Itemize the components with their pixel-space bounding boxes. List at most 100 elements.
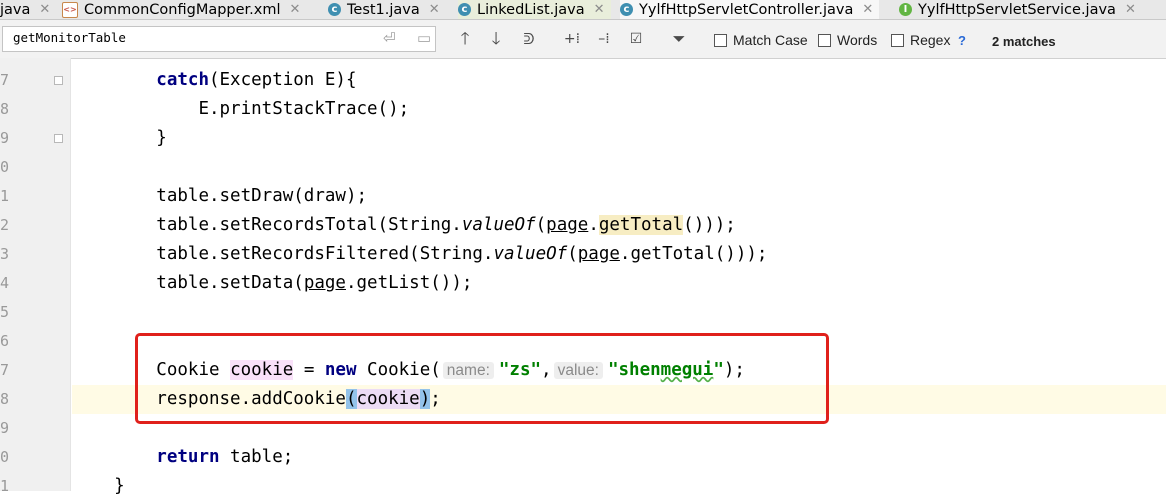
select-all-occurrences-icon[interactable]: ☑ (624, 28, 648, 50)
tab-label: YylfHttpServletService.java (918, 1, 1116, 18)
class-file-icon: c (620, 3, 633, 16)
line-number: 7 (0, 361, 10, 379)
fold-marker-icon[interactable] (54, 134, 63, 143)
variable: page (577, 244, 620, 264)
keyword: catch (156, 70, 209, 90)
tab-label: Test1.java (347, 1, 420, 18)
next-occurrence-button[interactable]: 🡓 (486, 28, 506, 50)
code-line: } (72, 472, 1166, 501)
match-case-checkbox[interactable]: Match Case (714, 32, 808, 49)
regex-label: Regex (910, 32, 951, 48)
enter-icon[interactable]: ⏎ (383, 29, 396, 47)
xml-file-icon: <> (62, 1, 78, 18)
variable: page (546, 215, 589, 235)
add-occurrence-icon[interactable]: +⁞ (560, 28, 584, 50)
variable: page (303, 273, 346, 293)
code-text: E.printStackTrace(); (198, 99, 410, 119)
line-number: 8 (0, 100, 10, 118)
highlighted-usage: getTotal (598, 215, 684, 235)
code-text: table; (219, 447, 294, 467)
code-text: (Exception E){ (208, 70, 357, 90)
code-text: } (156, 128, 167, 148)
code-line: E.printStackTrace(); (72, 95, 1166, 124)
line-number: 7 (0, 71, 10, 89)
static-method: valueOf (461, 215, 536, 235)
search-input[interactable] (13, 30, 373, 45)
tab-label: LinkedList.java (477, 1, 585, 18)
close-icon[interactable]: ✕ (1125, 2, 1136, 17)
close-icon[interactable]: ✕ (594, 2, 605, 17)
close-icon[interactable]: ✕ (862, 2, 873, 17)
class-file-icon: c (328, 3, 341, 16)
line-number: 5 (0, 303, 10, 321)
fold-marker-icon[interactable] (54, 76, 63, 85)
code-editor[interactable]: catch(Exception E){ E.printStackTrace();… (72, 58, 1166, 496)
line-number-gutter: 7 8 9 0 1 2 3 4 5 6 7 8 9 0 1 (0, 58, 70, 495)
code-line: catch(Exception E){ (72, 66, 1166, 95)
line-number: 8 (0, 390, 10, 408)
code-text: ())); (683, 215, 736, 235)
line-number: 9 (0, 129, 10, 147)
code-line: table.setData(page.getList()); (72, 269, 1166, 298)
code-line: return table; (72, 443, 1166, 472)
line-number: 2 (0, 216, 10, 234)
words-label: Words (837, 32, 878, 48)
keyword: return (156, 447, 220, 467)
code-text: } (114, 476, 125, 496)
code-text: ( (535, 215, 547, 235)
clear-icon[interactable]: ▭ (417, 29, 431, 47)
tab-java[interactable]: java ✕ (0, 0, 50, 19)
tab-label: YylfHttpServletController.java (639, 1, 854, 18)
code-line: table.setDraw(draw); (72, 182, 1166, 211)
tab-test1[interactable]: c Test1.java ✕ (328, 0, 440, 19)
code-text: table.setRecordsTotal(String. (156, 215, 462, 235)
interface-file-icon: I (899, 3, 912, 16)
tab-linked-list[interactable]: c LinkedList.java ✕ (458, 0, 611, 19)
close-icon[interactable]: ✕ (290, 2, 301, 17)
tab-yylf-http-servlet-service[interactable]: I YylfHttpServletService.java ✕ (899, 0, 1136, 19)
regex-help-link[interactable]: ? (958, 33, 966, 48)
code-text: table.setRecordsFiltered(String. (156, 244, 494, 264)
close-icon[interactable]: ✕ (39, 2, 50, 17)
line-number: 0 (0, 158, 10, 176)
words-checkbox[interactable]: Words (818, 32, 877, 49)
tab-common-config-mapper[interactable]: <> CommonConfigMapper.xml ✕ (62, 0, 300, 19)
static-method: valueOf (493, 244, 568, 264)
checkbox-box[interactable] (818, 34, 831, 47)
line-number: 0 (0, 448, 10, 466)
code-text: . (588, 215, 599, 235)
gutter-divider (70, 58, 71, 491)
code-line: } (72, 124, 1166, 153)
editor-tab-bar: java ✕ <> CommonConfigMapper.xml ✕ c Tes… (0, 0, 1166, 20)
code-line: table.setRecordsFiltered(String.valueOf(… (72, 240, 1166, 269)
code-line: table.setRecordsTotal(String.valueOf(pag… (72, 211, 1166, 240)
code-text: .getList()); (345, 273, 473, 293)
tab-label: java (0, 1, 31, 18)
line-number: 4 (0, 274, 10, 292)
code-text: table.setDraw(draw); (156, 186, 368, 206)
match-count: 2 matches (992, 34, 1056, 49)
code-text: table.setData( (156, 273, 304, 293)
filter-icon[interactable]: ⏷ (666, 28, 692, 50)
find-toolbar: ⏎ ▭ 🡑 🡓 ᕲ +⁞ –⁞ ☑ ⏷ Match Case Words Reg… (0, 20, 1166, 59)
line-number: 6 (0, 332, 10, 350)
annotation-highlight-box (135, 333, 829, 424)
tab-label: CommonConfigMapper.xml (84, 1, 281, 18)
remove-occurrence-icon[interactable]: –⁞ (592, 28, 616, 50)
match-case-label: Match Case (733, 32, 808, 48)
find-all-icon[interactable]: ᕲ (518, 28, 540, 50)
search-field: ⏎ ▭ (2, 26, 436, 52)
regex-checkbox[interactable]: Regex (891, 32, 950, 49)
close-icon[interactable]: ✕ (429, 2, 440, 17)
code-text: .getTotal())); (619, 244, 768, 264)
class-file-icon: c (458, 3, 471, 16)
code-text: ( (567, 244, 578, 264)
line-number: 1 (0, 477, 10, 495)
tab-yylf-http-servlet-controller[interactable]: c YylfHttpServletController.java ✕ (620, 0, 880, 19)
previous-occurrence-button[interactable]: 🡑 (455, 28, 475, 50)
line-number: 9 (0, 419, 10, 437)
checkbox-box[interactable] (891, 34, 904, 47)
checkbox-box[interactable] (714, 34, 727, 47)
line-number: 1 (0, 187, 10, 205)
line-number: 3 (0, 245, 10, 263)
